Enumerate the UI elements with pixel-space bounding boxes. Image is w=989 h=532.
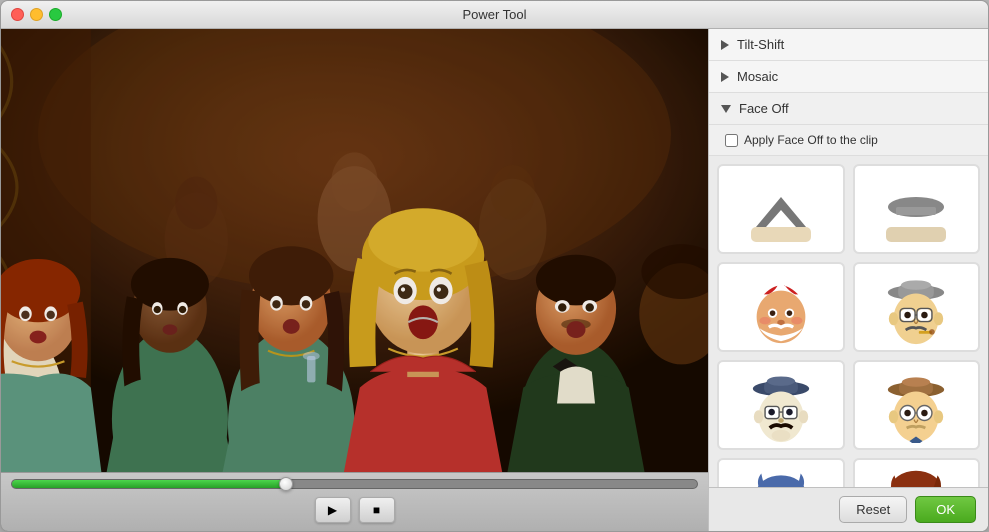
titlebar: Power Tool (1, 1, 988, 29)
tilt-shift-collapse-icon (721, 40, 729, 50)
stop-button[interactable]: ■ (359, 497, 395, 523)
window-title: Power Tool (462, 7, 526, 22)
apply-face-off-checkbox[interactable] (725, 134, 738, 147)
face-grid-container (709, 156, 988, 487)
play-button[interactable]: ▶ (315, 497, 351, 523)
main-window: Power Tool (0, 0, 989, 532)
face-item-partial-1[interactable] (717, 164, 845, 254)
play-icon: ▶ (328, 503, 337, 517)
progress-bar[interactable] (11, 479, 698, 489)
minimize-button[interactable] (30, 8, 43, 21)
face-off-label: Face Off (739, 101, 789, 116)
tilt-shift-label: Tilt-Shift (737, 37, 784, 52)
video-panel: ▶ ■ (1, 29, 708, 531)
apply-face-off-label: Apply Face Off to the clip (744, 133, 878, 147)
video-scene (1, 29, 708, 472)
face-off-expand-icon (721, 105, 731, 113)
face-item-partial-2[interactable] (853, 164, 981, 254)
progress-fill (12, 480, 286, 488)
face-item-gentleman[interactable] (853, 360, 981, 450)
video-area (1, 29, 708, 472)
face-item-inspector[interactable] (717, 360, 845, 450)
face-grid (717, 164, 980, 487)
reset-button[interactable]: Reset (839, 496, 907, 523)
right-panel: Tilt-Shift Mosaic Face Off Apply Face Of… (708, 29, 988, 531)
content-area: ▶ ■ Tilt-Shift Mosaic (1, 29, 988, 531)
sidebar-item-mosaic[interactable]: Mosaic (709, 61, 988, 93)
sidebar-item-face-off[interactable]: Face Off (709, 93, 988, 125)
face-item-redhair[interactable] (853, 458, 981, 487)
progress-thumb[interactable] (279, 477, 293, 491)
apply-face-off-row: Apply Face Off to the clip (709, 125, 988, 156)
face-item-santa[interactable] (717, 262, 845, 352)
panel-bottom: Reset OK (709, 487, 988, 531)
mosaic-label: Mosaic (737, 69, 778, 84)
face-item-detective[interactable] (853, 262, 981, 352)
sidebar-item-tilt-shift[interactable]: Tilt-Shift (709, 29, 988, 61)
stop-icon: ■ (373, 503, 380, 517)
close-button[interactable] (11, 8, 24, 21)
video-controls: ▶ ■ (1, 472, 708, 531)
mosaic-collapse-icon (721, 72, 729, 82)
ok-button[interactable]: OK (915, 496, 976, 523)
panel-list: Tilt-Shift Mosaic Face Off Apply Face Of… (709, 29, 988, 487)
face-item-bluehair[interactable] (717, 458, 845, 487)
control-buttons: ▶ ■ (11, 497, 698, 523)
maximize-button[interactable] (49, 8, 62, 21)
titlebar-buttons (11, 8, 62, 21)
